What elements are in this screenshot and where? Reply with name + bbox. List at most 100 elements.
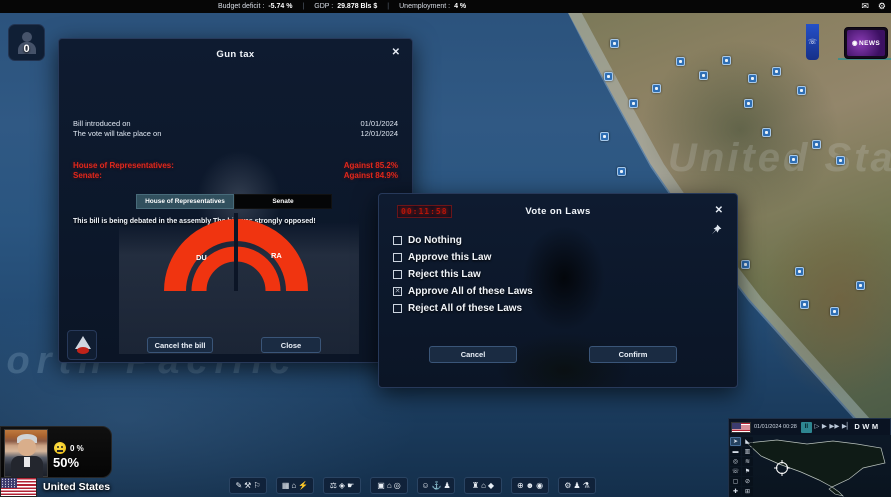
chamber-results: House of Representatives: Against 85.2% …: [73, 161, 398, 181]
map-marker[interactable]: [856, 281, 865, 290]
option-approve-this-law[interactable]: Approve this Law: [393, 249, 533, 266]
map-marker[interactable]: [836, 156, 845, 165]
tab-senate[interactable]: Senate: [234, 194, 332, 209]
map-marker[interactable]: [762, 128, 771, 137]
map-marker[interactable]: [604, 72, 613, 81]
map-marker[interactable]: [722, 56, 731, 65]
news-screen: ◉ NEWS: [847, 30, 885, 56]
us-flag-mini-icon[interactable]: [731, 422, 751, 433]
minimap-map[interactable]: [729, 435, 891, 497]
time-day-button[interactable]: D: [854, 422, 859, 432]
map-mode-icon-5[interactable]: ≋: [742, 457, 753, 466]
time-controls: II▷▶▶▶▶▏DWM: [801, 422, 878, 433]
stats-group: Budget deficit : -5.74 % | GDP : 29.878 …: [218, 3, 466, 10]
news-tv-button[interactable]: ◉ NEWS: [844, 27, 888, 59]
mail-icon[interactable]: ✉: [861, 1, 869, 12]
stat-label: Budget deficit :: [218, 3, 264, 10]
toolbar-group-justice[interactable]: ⚖◈☛: [323, 477, 361, 494]
leader-portrait[interactable]: [4, 429, 48, 477]
pin-icon[interactable]: [711, 222, 722, 240]
time-fast-forward-button[interactable]: ▶▶: [829, 422, 839, 432]
us-flag-icon: [0, 477, 37, 497]
map-marker[interactable]: [744, 99, 753, 108]
map-marker[interactable]: [789, 155, 798, 164]
close-icon[interactable]: ✕: [715, 206, 723, 216]
map-mode-icon-10[interactable]: ✚: [730, 487, 741, 496]
justice-icon: ☛: [347, 482, 354, 490]
map-marker[interactable]: [629, 99, 638, 108]
close-button[interactable]: Close: [261, 337, 321, 353]
game-screen: United States North Pacific Budget defic…: [0, 0, 891, 497]
option-approve-all-laws[interactable]: ✕ Approve All of these Laws: [393, 283, 533, 300]
option-reject-all-laws[interactable]: Reject All of these Laws: [393, 300, 533, 317]
diplomacy-icon: ☻: [526, 482, 534, 490]
time-step-button[interactable]: ▶▏: [842, 422, 852, 432]
time-play-button[interactable]: ▶: [822, 422, 827, 432]
map-marker[interactable]: [652, 84, 661, 93]
assembly-logo-button[interactable]: [67, 330, 97, 360]
toolbar-group-industry[interactable]: ▦⌂⚡: [276, 477, 314, 494]
time-month-button[interactable]: M: [872, 422, 878, 432]
map-mode-icon-11[interactable]: ⊞: [742, 487, 753, 496]
checkbox[interactable]: [393, 270, 402, 279]
checkbox[interactable]: [393, 253, 402, 262]
toolbar-group-diplomacy[interactable]: ⊕☻◉: [511, 477, 549, 494]
society-icon: ☺: [421, 482, 429, 490]
map-mode-icon-6[interactable]: ☏: [730, 467, 741, 476]
game-date-time: 01/01/2024 00:28: [754, 424, 797, 430]
house-result: Against 85.2%: [344, 161, 398, 171]
research-icon: ⚗: [583, 482, 590, 490]
map-marker[interactable]: [741, 260, 750, 269]
toolbar-group-policies[interactable]: ✎⚒⚐: [229, 477, 267, 494]
toolbar-group-finance[interactable]: ♜⌂◆: [464, 477, 502, 494]
gear-icon[interactable]: ⚙: [878, 1, 886, 12]
confirm-button[interactable]: Confirm: [589, 346, 677, 363]
option-reject-this-law[interactable]: Reject this Law: [393, 266, 533, 283]
chat-icon: ☏: [808, 38, 817, 46]
map-mode-icon-9[interactable]: ⊘: [742, 477, 753, 486]
cancel-the-bill-button[interactable]: Cancel the bill: [147, 337, 213, 353]
map-marker[interactable]: [676, 57, 685, 66]
map-mode-icon-8[interactable]: ▢: [730, 477, 741, 486]
map-marker[interactable]: [797, 86, 806, 95]
toolbar-group-society[interactable]: ☺⚓♟: [417, 477, 455, 494]
finance-icon: ⌂: [481, 482, 486, 490]
toolbar-group-research[interactable]: ⚙♟⚗: [558, 477, 596, 494]
house-result-row: House of Representatives: Against 85.2%: [73, 161, 398, 171]
map-marker[interactable]: [617, 167, 626, 176]
approval-rating: 50%: [53, 455, 79, 470]
map-mode-icon-4[interactable]: ◎: [730, 457, 741, 466]
map-mode-icon-2[interactable]: ▬: [730, 447, 741, 456]
map-marker[interactable]: [600, 132, 609, 141]
dialog-title: Gun tax: [59, 49, 412, 60]
map-marker[interactable]: [800, 300, 809, 309]
map-marker[interactable]: [699, 71, 708, 80]
minimap-continent: [747, 440, 885, 487]
time-week-button[interactable]: W: [862, 422, 869, 432]
cancel-button[interactable]: Cancel: [429, 346, 517, 363]
time-pause-button[interactable]: II: [801, 422, 812, 433]
advisors-button[interactable]: 0: [8, 24, 45, 61]
map-mode-icon-0[interactable]: ➤: [730, 437, 741, 446]
map-marker[interactable]: [772, 67, 781, 76]
map-marker[interactable]: [812, 140, 821, 149]
option-do-nothing[interactable]: Do Nothing: [393, 232, 533, 249]
checkbox[interactable]: ✕: [393, 287, 402, 296]
map-marker[interactable]: [748, 74, 757, 83]
map-mode-icon-3[interactable]: ▥: [742, 447, 753, 456]
close-icon[interactable]: ✕: [392, 48, 400, 58]
chat-banner-button[interactable]: ☏: [806, 24, 819, 60]
map-mode-icon-1[interactable]: ◣: [742, 437, 753, 446]
map-marker[interactable]: [610, 39, 619, 48]
portrait-shirt: [24, 457, 30, 467]
vote-date-row: The vote will take place on 12/01/2024: [73, 129, 398, 139]
checkbox[interactable]: [393, 304, 402, 313]
checkbox[interactable]: [393, 236, 402, 245]
toolbar-group-economy[interactable]: ▣⌂◎: [370, 477, 408, 494]
map-marker[interactable]: [795, 267, 804, 276]
time-play-slow-button[interactable]: ▷: [814, 422, 819, 432]
map-mode-icon-7[interactable]: ⚑: [742, 467, 753, 476]
tab-house-of-representatives[interactable]: House of Representatives: [136, 194, 234, 209]
stat-budget-deficit: Budget deficit : -5.74 %: [218, 3, 292, 10]
map-marker[interactable]: [830, 307, 839, 316]
